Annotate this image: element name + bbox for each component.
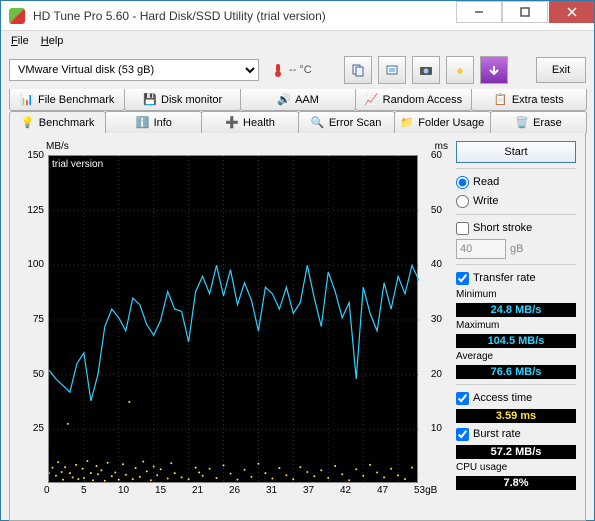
stat-average: 76.6 MB/s bbox=[456, 365, 576, 379]
menu-file[interactable]: File bbox=[5, 33, 35, 49]
chart-canvas bbox=[49, 156, 419, 484]
tab-extra-tests[interactable]: 📋Extra tests bbox=[471, 89, 587, 111]
drive-select[interactable]: VMware Virtual disk (53 gB) bbox=[9, 59, 259, 81]
tab-icon: ➕ bbox=[225, 116, 239, 130]
tab-icon: ℹ️ bbox=[136, 116, 150, 130]
copy-info-button[interactable] bbox=[344, 56, 372, 84]
start-button[interactable]: Start bbox=[456, 141, 576, 163]
stat-access-time: 3.59 ms bbox=[456, 409, 576, 423]
tab-error-scan[interactable]: 🔍Error Scan bbox=[298, 111, 395, 133]
stat-minimum: 24.8 MB/s bbox=[456, 303, 576, 317]
burst-rate-checkbox[interactable]: Burst rate bbox=[456, 426, 576, 442]
window-title: HD Tune Pro 5.60 - Hard Disk/SSD Utility… bbox=[33, 9, 456, 23]
tab-health[interactable]: ➕Health bbox=[201, 111, 298, 133]
exit-button[interactable]: Exit bbox=[536, 57, 586, 83]
screenshot-button[interactable] bbox=[412, 56, 440, 84]
tab-erase[interactable]: 🗑️Erase bbox=[490, 111, 587, 133]
stat-cpu-usage: 7.8% bbox=[456, 476, 576, 490]
tab-disk-monitor[interactable]: 💾Disk monitor bbox=[124, 89, 240, 111]
tab-info[interactable]: ℹ️Info bbox=[105, 111, 202, 133]
close-button[interactable] bbox=[548, 1, 594, 23]
copy-screenshot-button[interactable] bbox=[378, 56, 406, 84]
transfer-rate-checkbox[interactable]: Transfer rate bbox=[456, 270, 576, 286]
stat-maximum: 104.5 MB/s bbox=[456, 334, 576, 348]
tab-benchmark[interactable]: 💡Benchmark bbox=[9, 111, 106, 133]
tab-icon: 🗑️ bbox=[515, 116, 529, 130]
tab-icon: 🔊 bbox=[277, 93, 291, 107]
tab-icon: 💾 bbox=[143, 93, 157, 107]
tab-aam[interactable]: 🔊AAM bbox=[240, 89, 356, 111]
minimize-button[interactable] bbox=[456, 1, 502, 23]
tab-icon: 💡 bbox=[21, 116, 35, 130]
temperature: -- °C bbox=[271, 63, 312, 77]
tab-random-access[interactable]: 📈Random Access bbox=[355, 89, 471, 111]
tab-file-benchmark[interactable]: 📊File Benchmark bbox=[9, 89, 125, 111]
app-icon bbox=[9, 8, 25, 24]
save-button[interactable] bbox=[480, 56, 508, 84]
short-stroke-input[interactable] bbox=[456, 239, 506, 259]
maximize-button[interactable] bbox=[502, 1, 548, 23]
tab-icon: 📈 bbox=[365, 93, 379, 107]
menu-help[interactable]: Help bbox=[35, 33, 70, 49]
tab-icon: 📁 bbox=[400, 116, 414, 130]
tab-icon: 📊 bbox=[20, 93, 34, 107]
menubar: File Help bbox=[1, 31, 594, 51]
tab-folder-usage[interactable]: 📁Folder Usage bbox=[394, 111, 491, 133]
benchmark-chart: MB/s ms trial version 150125100755025 60… bbox=[18, 141, 448, 511]
stat-burst-rate: 57.2 MB/s bbox=[456, 445, 576, 459]
read-radio[interactable]: Read bbox=[456, 174, 576, 190]
write-radio[interactable]: Write bbox=[456, 193, 576, 209]
toolbar: VMware Virtual disk (53 gB) -- °C Exit bbox=[1, 51, 594, 89]
access-time-checkbox[interactable]: Access time bbox=[456, 390, 576, 406]
titlebar: HD Tune Pro 5.60 - Hard Disk/SSD Utility… bbox=[1, 1, 594, 31]
short-stroke-checkbox[interactable]: Short stroke bbox=[456, 220, 576, 236]
tab-icon: 🔍 bbox=[311, 116, 325, 130]
tab-icon: 📋 bbox=[494, 93, 508, 107]
thermometer-icon bbox=[271, 63, 285, 77]
options-button[interactable] bbox=[446, 56, 474, 84]
